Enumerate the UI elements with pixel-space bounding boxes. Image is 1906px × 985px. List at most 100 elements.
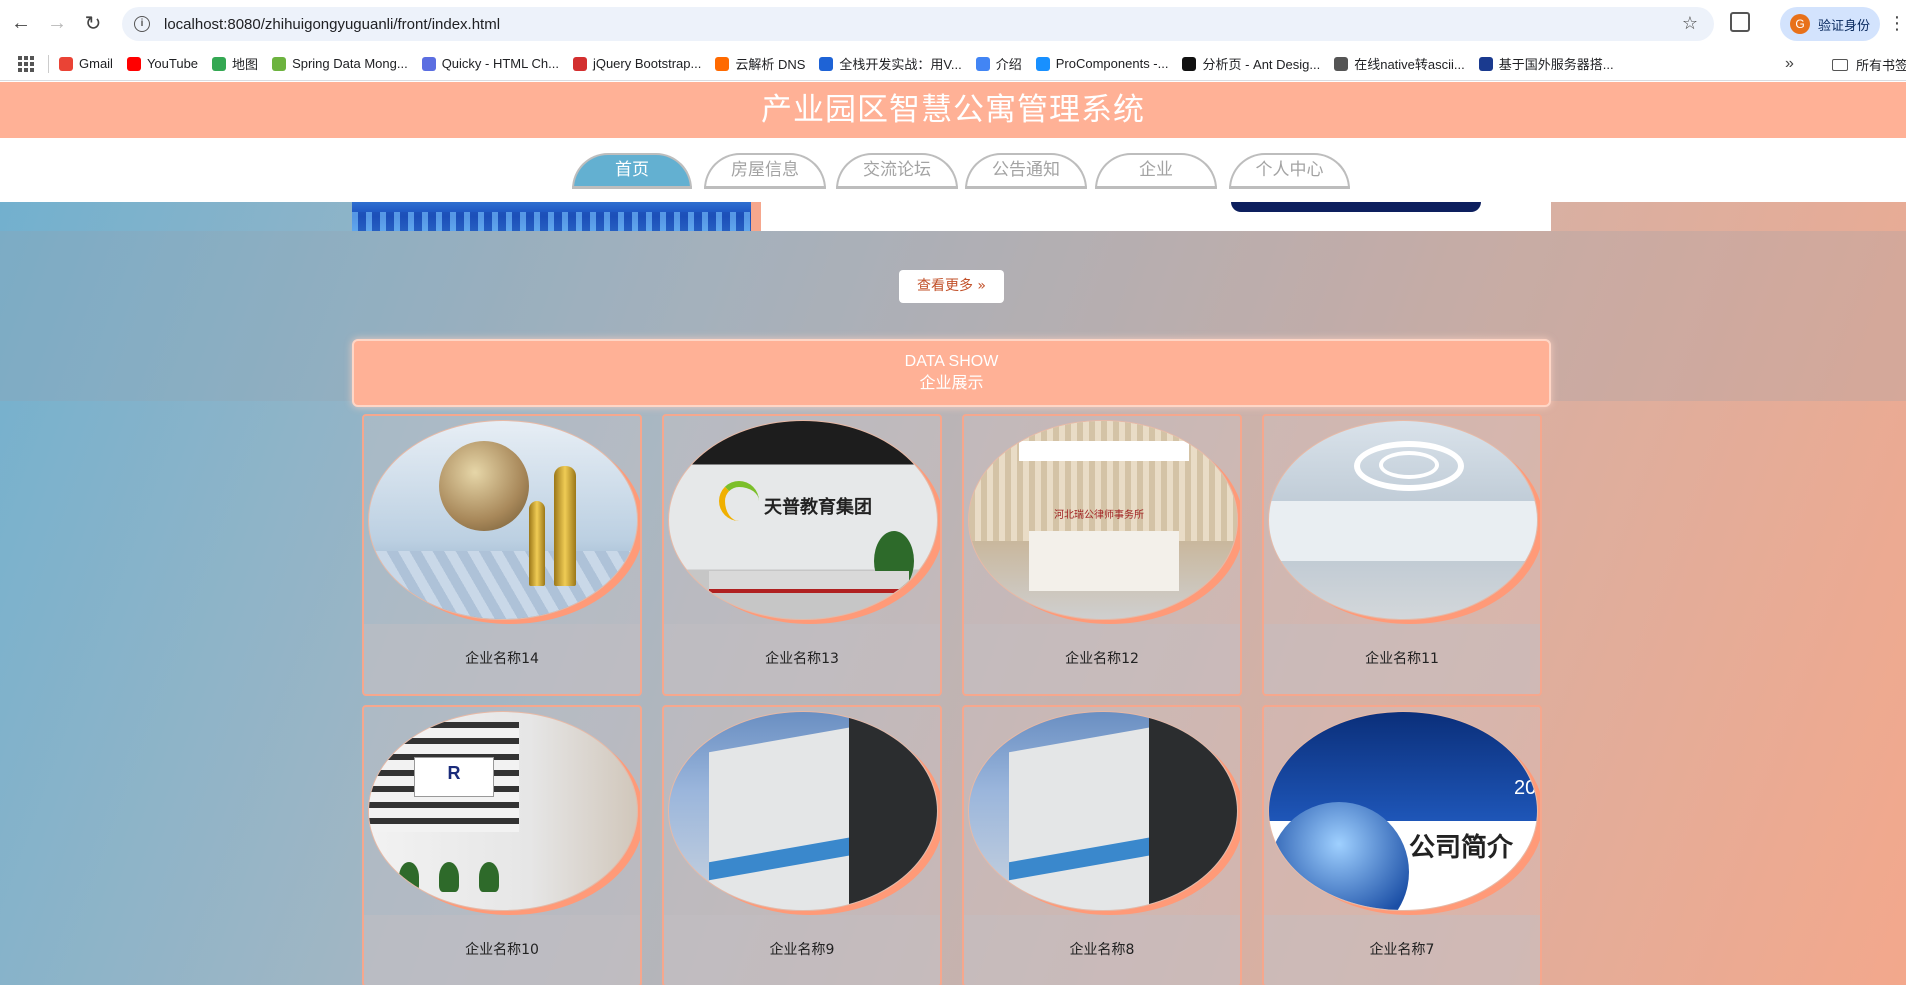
bookmark-item[interactable]: YouTube — [126, 56, 199, 71]
company-card[interactable]: 企业名称11 — [1262, 414, 1542, 696]
bookmark-label: 全栈开发实战：用V... — [839, 57, 962, 72]
profile-avatar-icon: G — [1790, 14, 1810, 34]
url-text[interactable]: localhost:8080/zhihuigongyuguanli/front/… — [164, 16, 500, 33]
reload-icon[interactable]: ↻ — [78, 9, 108, 39]
bookmark-label: Gmail — [79, 56, 113, 71]
folder-icon — [1832, 58, 1848, 71]
bookmark-favicon-icon — [975, 56, 990, 71]
bookmark-item[interactable]: ProComponents -... — [1035, 56, 1169, 71]
nav-item[interactable]: 公告通知 — [965, 153, 1087, 189]
bookmark-favicon-icon — [819, 56, 834, 71]
company-name[interactable]: 企业名称10 — [364, 939, 640, 959]
company-photo[interactable] — [1268, 420, 1538, 620]
company-photo[interactable] — [368, 420, 638, 620]
section-title-en: DATA SHOW — [904, 353, 999, 370]
company-photo[interactable] — [968, 711, 1238, 911]
site-info-icon[interactable]: i — [134, 16, 150, 32]
bookmark-label: YouTube — [146, 56, 199, 71]
site-title: 产业园区智慧公寓管理系统 — [761, 92, 1145, 128]
bookmark-favicon-icon — [272, 56, 287, 71]
bookmark-favicon-icon — [715, 56, 730, 71]
nav-item[interactable]: 首页 — [572, 153, 692, 189]
nav-item[interactable]: 交流论坛 — [836, 153, 958, 189]
main-nav: 首页 房屋信息 交流论坛 公告通知 企业 个人中心 — [0, 138, 1906, 202]
back-icon[interactable]: ← — [6, 9, 36, 39]
bookmarks-divider — [48, 54, 49, 73]
company-card[interactable]: 企业名称9 — [662, 705, 942, 985]
bookmark-item[interactable]: 分析页 - Ant Desig... — [1182, 54, 1320, 73]
company-card[interactable]: 公司简介 20 企业名称7 — [1262, 705, 1542, 985]
bookmark-favicon-icon — [1035, 56, 1050, 71]
site-header: 产业园区智慧公寓管理系统 — [0, 82, 1906, 138]
company-photo[interactable]: 河北瑞公律师事务所 — [968, 420, 1238, 620]
menu-icon[interactable]: ⋮ — [1888, 13, 1906, 34]
company-name[interactable]: 企业名称13 — [664, 648, 940, 668]
bookmark-label: Quicky - HTML Ch... — [441, 56, 559, 71]
bookmark-label: 基于国外服务器搭... — [1498, 57, 1614, 72]
company-name[interactable]: 企业名称11 — [1264, 648, 1540, 668]
profile-label: 验证身份 — [1818, 17, 1871, 33]
company-card[interactable]: 天普教育集团企业名称13 — [662, 414, 942, 696]
bookmark-favicon-icon — [59, 56, 73, 71]
bookmark-favicon-icon — [572, 56, 587, 71]
bookmark-item[interactable]: Quicky - HTML Ch... — [421, 56, 559, 71]
company-photo[interactable]: 天普教育集团 — [668, 420, 938, 620]
bookmark-favicon-icon — [1334, 56, 1349, 71]
bookmark-label: 分析页 - Ant Desig... — [1202, 57, 1321, 72]
page-viewport: 查看更多 » DATA SHOW 企业展示 企业名称14 天普教育集团企业名称13… — [0, 82, 1906, 985]
company-card[interactable]: 河北瑞公律师事务所企业名称12 — [962, 414, 1242, 696]
banner-image[interactable] — [352, 202, 751, 231]
bookmark-list: Gmail YouTube 地图 Spring Data Mong... Quicky … — [59, 54, 1628, 73]
nav-item[interactable]: 房屋信息 — [704, 153, 826, 189]
company-photo[interactable]: R — [368, 711, 638, 911]
banner-panel — [761, 202, 1551, 231]
nav-item[interactable]: 个人中心 — [1229, 153, 1350, 189]
bookmark-label: ProComponents -... — [1055, 56, 1169, 71]
profile-button[interactable]: G 验证身份 — [1780, 7, 1880, 41]
bookmark-star-icon[interactable]: ☆ — [1682, 13, 1698, 34]
bookmark-favicon-icon — [1182, 56, 1197, 71]
company-name[interactable]: 企业名称9 — [664, 939, 940, 959]
view-more-button[interactable]: 查看更多 » — [899, 270, 1004, 303]
company-card[interactable]: 企业名称8 — [962, 705, 1242, 985]
section-title-cn: 企业展示 — [919, 373, 984, 392]
bookmark-item[interactable]: 地图 — [212, 54, 258, 73]
company-card[interactable]: R 企业名称10 — [362, 705, 642, 985]
browser-toolbar: ← → ↻ i localhost:8080/zhihuigongyuguanl… — [0, 0, 1906, 47]
nav-item[interactable]: 企业 — [1095, 153, 1217, 189]
bookmark-label: 介绍 — [995, 57, 1022, 72]
bookmark-favicon-icon — [1478, 56, 1493, 71]
extensions-icon[interactable] — [1730, 12, 1750, 32]
company-name[interactable]: 企业名称7 — [1264, 939, 1540, 959]
apps-grid-icon[interactable] — [18, 55, 34, 72]
address-bar[interactable]: i localhost:8080/zhihuigongyuguanli/fron… — [122, 7, 1714, 41]
company-name[interactable]: 企业名称8 — [964, 939, 1240, 959]
bookmark-item[interactable]: jQuery Bootstrap... — [572, 56, 702, 71]
bookmark-item[interactable]: 在线native转ascii... — [1334, 54, 1465, 73]
all-bookmarks-label: 所有书签 — [1856, 58, 1906, 73]
bookmark-item[interactable]: Spring Data Mong... — [272, 56, 408, 71]
banner-accent — [751, 202, 761, 231]
company-photo[interactable]: 公司简介 20 — [1268, 711, 1538, 911]
more-bookmarks-icon[interactable]: » — [1785, 55, 1794, 73]
company-card[interactable]: 企业名称14 — [362, 414, 642, 696]
company-name[interactable]: 企业名称14 — [364, 648, 640, 668]
bookmarks-bar: Gmail YouTube 地图 Spring Data Mong... Quicky … — [0, 47, 1906, 81]
bookmark-item[interactable]: 全栈开发实战：用V... — [819, 54, 962, 73]
all-bookmarks-folder[interactable]: 所有书签 — [1832, 55, 1906, 74]
bookmark-item[interactable]: 介绍 — [975, 54, 1022, 73]
bookmark-label: jQuery Bootstrap... — [592, 56, 702, 71]
bookmark-label: 地图 — [232, 57, 259, 72]
bookmark-item[interactable]: 基于国外服务器搭... — [1478, 54, 1614, 73]
bookmark-item[interactable]: 云解析 DNS — [715, 54, 805, 73]
company-name[interactable]: 企业名称12 — [964, 648, 1240, 668]
bookmark-favicon-icon — [212, 56, 227, 71]
section-header: DATA SHOW 企业展示 — [352, 339, 1551, 407]
forward-icon[interactable]: → — [42, 9, 72, 39]
bookmark-label: 云解析 DNS — [735, 57, 806, 72]
company-photo[interactable] — [668, 711, 938, 911]
bookmark-label: 在线native转ascii... — [1354, 57, 1465, 72]
bookmark-favicon-icon — [126, 56, 141, 71]
bookmark-label: Spring Data Mong... — [292, 56, 408, 71]
bookmark-item[interactable]: Gmail — [59, 56, 113, 71]
